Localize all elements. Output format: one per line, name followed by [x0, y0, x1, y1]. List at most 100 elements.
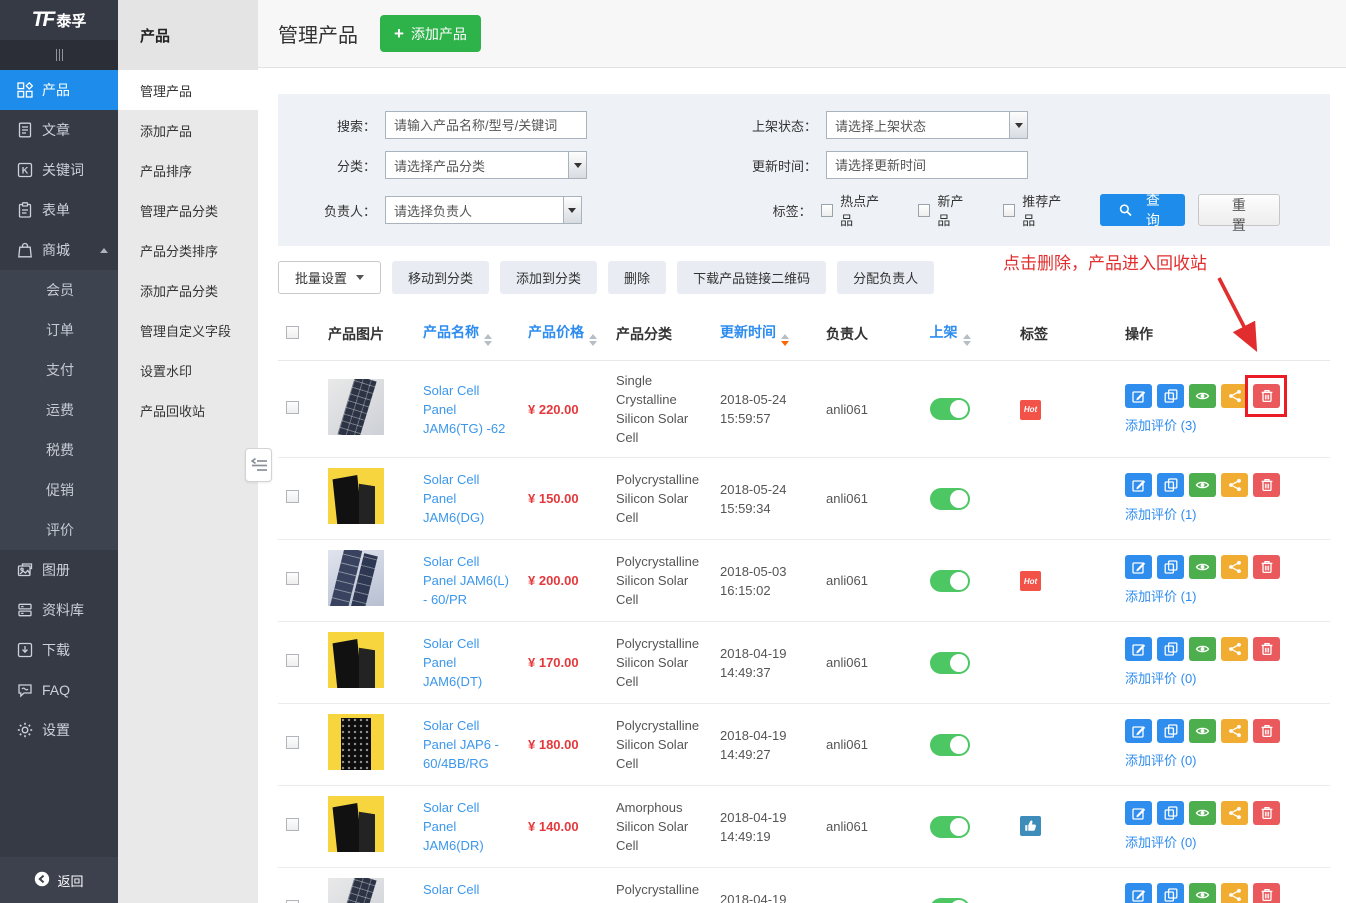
- tag-checkbox-热点产品[interactable]: 热点产品: [821, 191, 890, 229]
- copy-button[interactable]: [1157, 555, 1184, 579]
- copy-button[interactable]: [1157, 883, 1184, 903]
- row-checkbox[interactable]: [286, 654, 299, 667]
- sidebar-subitem-支付[interactable]: 支付: [0, 350, 118, 390]
- batch-settings-button[interactable]: 批量设置: [278, 261, 381, 294]
- tag-checkbox-推荐产品[interactable]: 推荐产品: [1003, 191, 1072, 229]
- status-select[interactable]: 请选择上架状态: [826, 111, 1028, 139]
- sidebar-item-设置[interactable]: 设置: [0, 710, 118, 750]
- product-name-link[interactable]: Solar Cell Panel JAP6 - 60/4BB/RG: [423, 718, 499, 771]
- sidebar-subitem-订单[interactable]: 订单: [0, 310, 118, 350]
- column-header-产品名称[interactable]: 产品名称: [415, 308, 520, 361]
- edit-button[interactable]: [1125, 555, 1152, 579]
- copy-button[interactable]: [1157, 719, 1184, 743]
- toolbar-button-删除[interactable]: 删除: [608, 261, 666, 294]
- onsale-toggle[interactable]: [930, 652, 970, 674]
- product-name-link[interactable]: Solar Cell Panel JAM6(DR): [423, 800, 484, 853]
- edit-button[interactable]: [1125, 637, 1152, 661]
- sort-arrows-icon[interactable]: [963, 334, 971, 346]
- edit-button[interactable]: [1125, 801, 1152, 825]
- onsale-toggle[interactable]: [930, 816, 970, 838]
- add-review-link[interactable]: 添加评价 (0): [1125, 751, 1197, 770]
- submenu-item-设置水印[interactable]: 设置水印: [118, 350, 258, 390]
- copy-button[interactable]: [1157, 473, 1184, 497]
- column-header-更新时间[interactable]: 更新时间: [712, 308, 818, 361]
- preview-button[interactable]: [1189, 801, 1216, 825]
- submenu-item-管理自定义字段[interactable]: 管理自定义字段: [118, 310, 258, 350]
- preview-button[interactable]: [1189, 637, 1216, 661]
- sidebar-item-FAQ[interactable]: FAQ: [0, 670, 118, 710]
- row-checkbox[interactable]: [286, 736, 299, 749]
- product-name-link[interactable]: Solar Cell Panel JAM6(TG) -61: [423, 882, 505, 903]
- share-button[interactable]: [1221, 384, 1248, 408]
- sidebar-item-图册[interactable]: 图册: [0, 550, 118, 590]
- sort-arrows-icon[interactable]: [484, 334, 492, 346]
- submenu-item-添加产品分类[interactable]: 添加产品分类: [118, 270, 258, 310]
- share-button[interactable]: [1221, 801, 1248, 825]
- sidebar-item-商城[interactable]: 商城: [0, 230, 118, 270]
- reset-button[interactable]: 重置: [1198, 194, 1280, 226]
- onsale-toggle[interactable]: [930, 898, 970, 903]
- onsale-toggle[interactable]: [930, 734, 970, 756]
- add-review-link[interactable]: 添加评价 (0): [1125, 669, 1197, 688]
- product-name-link[interactable]: Solar Cell Panel JAM6(L) - 60/PR: [423, 554, 509, 607]
- row-checkbox[interactable]: [286, 818, 299, 831]
- delete-button[interactable]: [1253, 801, 1280, 825]
- query-button[interactable]: 查询: [1100, 194, 1185, 226]
- column-header-checkbox[interactable]: [278, 308, 320, 361]
- edit-button[interactable]: [1125, 883, 1152, 903]
- product-name-link[interactable]: Solar Cell Panel JAM6(TG) -62: [423, 383, 505, 436]
- sidebar-subitem-会员[interactable]: 会员: [0, 270, 118, 310]
- column-header-产品价格[interactable]: 产品价格: [520, 308, 608, 361]
- row-checkbox[interactable]: [286, 490, 299, 503]
- delete-button[interactable]: [1253, 637, 1280, 661]
- owner-select[interactable]: 请选择负责人: [385, 196, 582, 224]
- sidebar-item-文章[interactable]: 文章: [0, 110, 118, 150]
- preview-button[interactable]: [1189, 384, 1216, 408]
- delete-button[interactable]: [1253, 473, 1280, 497]
- submenu-item-管理产品分类[interactable]: 管理产品分类: [118, 190, 258, 230]
- add-review-link[interactable]: 添加评价 (3): [1125, 416, 1197, 435]
- sidebar-item-下载[interactable]: 下载: [0, 630, 118, 670]
- onsale-toggle[interactable]: [930, 398, 970, 420]
- add-review-link[interactable]: 添加评价 (0): [1125, 833, 1197, 852]
- toolbar-button-添加到分类[interactable]: 添加到分类: [500, 261, 597, 294]
- panel-collapse-handle[interactable]: [245, 448, 272, 482]
- delete-button[interactable]: [1253, 384, 1280, 408]
- add-review-link[interactable]: 添加评价 (1): [1125, 505, 1197, 524]
- share-button[interactable]: [1221, 883, 1248, 903]
- sort-arrows-icon[interactable]: [589, 334, 597, 346]
- sidebar-subitem-促销[interactable]: 促销: [0, 470, 118, 510]
- toolbar-button-分配负责人[interactable]: 分配负责人: [837, 261, 934, 294]
- product-name-link[interactable]: Solar Cell Panel JAM6(DT): [423, 636, 482, 689]
- copy-button[interactable]: [1157, 801, 1184, 825]
- onsale-toggle[interactable]: [930, 570, 970, 592]
- update-time-input[interactable]: [826, 151, 1028, 179]
- add-review-link[interactable]: 添加评价 (1): [1125, 587, 1197, 606]
- edit-button[interactable]: [1125, 719, 1152, 743]
- submenu-item-产品分类排序[interactable]: 产品分类排序: [118, 230, 258, 270]
- sidebar-item-关键词[interactable]: K关键词: [0, 150, 118, 190]
- sidebar-item-资料库[interactable]: 资料库: [0, 590, 118, 630]
- sidebar-subitem-评价[interactable]: 评价: [0, 510, 118, 550]
- toolbar-button-下载产品链接二维码[interactable]: 下载产品链接二维码: [677, 261, 826, 294]
- delete-button[interactable]: [1253, 719, 1280, 743]
- category-select[interactable]: 请选择产品分类: [385, 151, 587, 179]
- column-header-上架[interactable]: 上架: [910, 308, 990, 361]
- toolbar-button-移动到分类[interactable]: 移动到分类: [392, 261, 489, 294]
- share-button[interactable]: [1221, 473, 1248, 497]
- share-button[interactable]: [1221, 719, 1248, 743]
- share-button[interactable]: [1221, 555, 1248, 579]
- product-name-link[interactable]: Solar Cell Panel JAM6(DG): [423, 472, 484, 525]
- preview-button[interactable]: [1189, 473, 1216, 497]
- delete-button[interactable]: [1253, 883, 1280, 903]
- add-product-button[interactable]: + 添加产品: [380, 15, 481, 52]
- sidebar-collapse-button[interactable]: [0, 40, 118, 70]
- submenu-item-产品排序[interactable]: 产品排序: [118, 150, 258, 190]
- edit-button[interactable]: [1125, 473, 1152, 497]
- row-checkbox[interactable]: [286, 401, 299, 414]
- tag-checkbox-新产品[interactable]: 新产品: [918, 191, 975, 229]
- share-button[interactable]: [1221, 637, 1248, 661]
- search-input[interactable]: [385, 111, 587, 139]
- row-checkbox[interactable]: [286, 572, 299, 585]
- sidebar-item-产品[interactable]: 产品: [0, 70, 118, 110]
